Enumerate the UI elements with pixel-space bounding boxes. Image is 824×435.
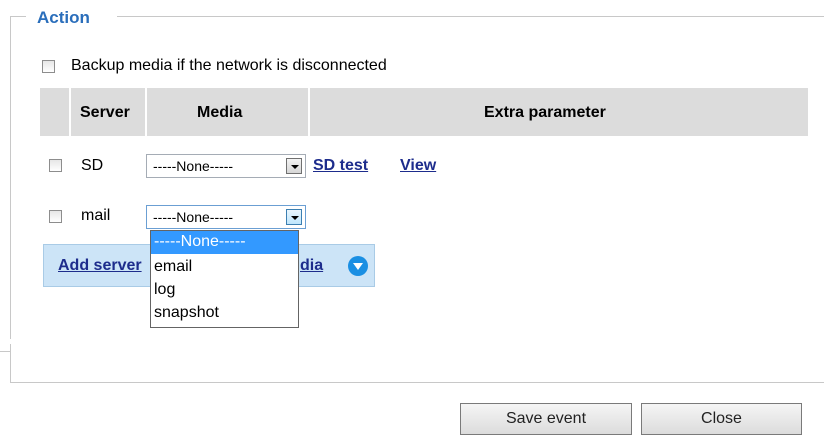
header-server: Server [80, 104, 130, 121]
header-extra-parameter: Extra parameter [484, 104, 606, 121]
chevron-down-icon[interactable] [286, 209, 302, 225]
view-link[interactable]: View [400, 157, 436, 175]
backup-label: Backup media if the network is disconnec… [71, 57, 387, 74]
sd-test-link[interactable]: SD test [313, 157, 368, 175]
add-server-link[interactable]: Add server [58, 257, 142, 275]
server-sd-name: SD [81, 157, 104, 174]
media-dropdown-list[interactable]: -----None----- email log snapshot [150, 230, 299, 328]
header-media: Media [197, 104, 243, 121]
section-legend: Action [37, 8, 90, 27]
dropdown-option-snapshot[interactable]: snapshot [151, 302, 298, 325]
dropdown-option-log[interactable]: log [151, 279, 298, 302]
chevron-down-icon[interactable] [286, 158, 302, 174]
media-select-sd[interactable]: -----None----- [146, 154, 306, 178]
frame-border-top-right [117, 16, 824, 17]
save-event-button[interactable]: Save event [460, 403, 632, 435]
frame-border-left [10, 16, 11, 339]
dropdown-option-none[interactable]: -----None----- [151, 231, 298, 254]
expand-circle-icon[interactable] [348, 256, 368, 276]
frame-border-bottom [10, 382, 824, 383]
header-checkbox-cell [40, 88, 69, 136]
frame-border-left-lower [10, 344, 11, 382]
backup-checkbox[interactable] [42, 60, 55, 73]
media-select-mail-value: -----None----- [153, 209, 234, 225]
dropdown-option-email[interactable]: email [151, 256, 298, 279]
server-mail-checkbox[interactable] [49, 210, 62, 223]
close-button[interactable]: Close [641, 403, 802, 435]
media-select-mail[interactable]: -----None----- [146, 205, 306, 229]
frame-notch [0, 351, 10, 352]
server-mail-name: mail [81, 207, 111, 224]
frame-border-top-left [10, 16, 26, 17]
add-media-link[interactable]: dia [300, 257, 323, 275]
server-sd-checkbox[interactable] [49, 159, 62, 172]
media-select-sd-value: -----None----- [153, 158, 234, 174]
